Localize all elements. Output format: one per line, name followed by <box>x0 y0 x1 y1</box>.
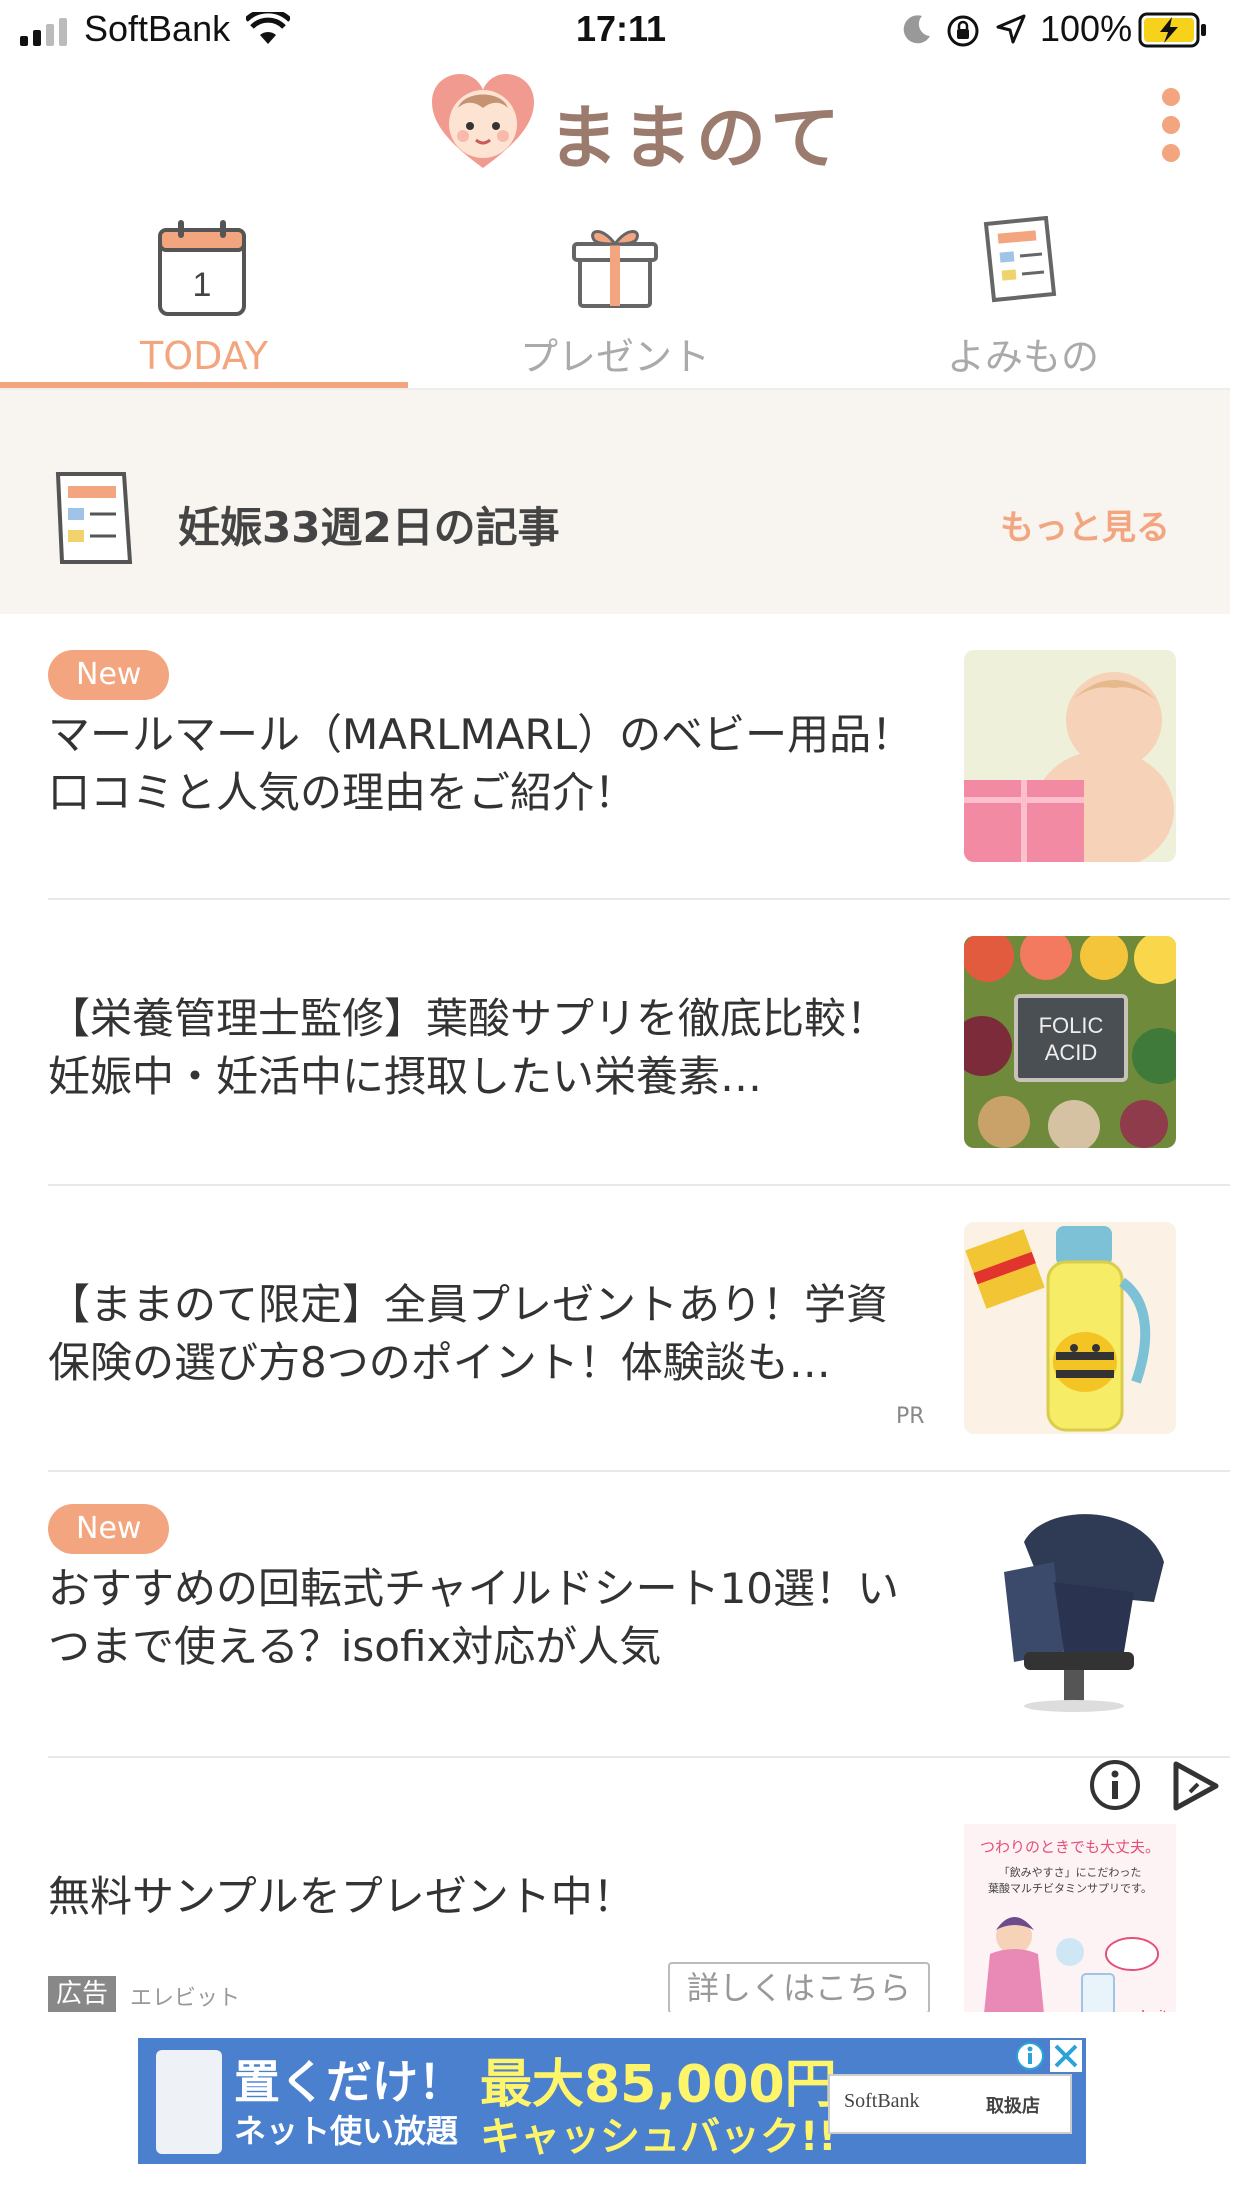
menu-button[interactable] <box>1140 80 1204 170</box>
banner-subline: ネット使い放題 <box>234 2112 459 2150</box>
banner-cashback-text: キャッシュバック!! <box>480 2114 837 2160</box>
ad-choices-icon[interactable] <box>1168 1758 1222 1812</box>
article-list-icon <box>55 472 133 564</box>
banner-ad[interactable]: 置くだけ！ ネット使い放題 最大85,000円 キャッシュバック!! SoftB… <box>138 2038 1086 2164</box>
article-thumbnail <box>964 650 1176 862</box>
gift-icon <box>572 230 658 308</box>
svg-text:ACID: ACID <box>1045 1040 1098 1065</box>
ad-image: つわりのときでも大丈夫。 「飲みやすさ」にこだわった 葉酸マルチビタミンサプリで… <box>964 1824 1176 2036</box>
tab-today[interactable]: 1 TODAY <box>0 210 408 382</box>
new-badge: New <box>48 1504 170 1554</box>
see-more-link[interactable]: もっと見る <box>1000 500 1170 549</box>
ad-label-badge: 広告 <box>48 1976 117 2012</box>
section-title: 妊娠33週2日の記事 <box>178 503 560 552</box>
new-badge: New <box>48 650 170 700</box>
article-thumbnail <box>964 1222 1176 1434</box>
tab-label: よみもの <box>946 335 1099 379</box>
ad-advertiser-name: エレビット <box>130 1986 241 2011</box>
battery-icon <box>1138 12 1206 48</box>
battery-percent: 100% <box>1040 8 1133 49</box>
article-item[interactable]: 【ままのて限定】全員プレゼントあり！学資保険の選び方8つのポイント！体験談も… … <box>0 1186 1230 1472</box>
moon-icon <box>903 15 930 44</box>
location-icon <box>996 14 1026 44</box>
article-item[interactable]: New おすすめの回転式チャイルドシート10選！いつまで使える？isofix対応… <box>0 1472 1230 1758</box>
banner-brand: SoftBank <box>844 2090 920 2112</box>
tab-label: TODAY <box>140 334 268 378</box>
tab-label: プレゼント <box>519 335 710 379</box>
router-image <box>156 2050 222 2154</box>
svg-text:1: 1 <box>193 266 212 304</box>
banner-close-icon[interactable] <box>1050 2040 1082 2072</box>
banner-store-label: 取扱店 <box>986 2096 1040 2117</box>
menu-dot <box>1162 116 1180 134</box>
menu-dot <box>1162 144 1180 162</box>
svg-text:つわりのときでも大丈夫。: つわりのときでも大丈夫。 <box>980 1838 1160 1856</box>
menu-dot <box>1162 88 1180 106</box>
svg-text:FOLIC: FOLIC <box>1039 1013 1104 1038</box>
document-icon <box>983 216 1057 303</box>
tab-reading[interactable]: よみもの <box>816 210 1230 382</box>
article-thumbnail: FOLIC ACID <box>964 936 1176 1148</box>
article-item[interactable]: 【栄養管理士監修】葉酸サプリを徹底比較！妊娠中・妊活中に摂取したい栄養素… FO… <box>0 900 1230 1186</box>
article-title: 【栄養管理士監修】葉酸サプリを徹底比較！妊娠中・妊活中に摂取したい栄養素… <box>48 994 889 1101</box>
ad-info-icon[interactable] <box>1088 1758 1142 1812</box>
calendar-icon: 1 <box>158 220 246 316</box>
logo-heart-icon <box>432 74 534 168</box>
banner-headline: 置くだけ！ <box>234 2055 464 2109</box>
article-thumbnail <box>964 1502 1176 1714</box>
status-bar: SoftBank 17:11 100% <box>0 0 1242 64</box>
ad-title: 無料サンプルをプレゼント中！ <box>48 1872 635 1921</box>
banner-info-icon[interactable] <box>1014 2040 1046 2072</box>
pr-label: PR <box>896 1404 925 1429</box>
tab-present[interactable]: プレゼント <box>408 210 822 382</box>
rotation-lock-icon <box>947 15 979 47</box>
article-title: 【ままのて限定】全員プレゼントあり！学資保険の選び方8つのポイント！体験談も… <box>48 1280 889 1387</box>
ad-details-button[interactable]: 詳しくはこちら <box>668 1962 930 2014</box>
ad-card-bottom <box>0 2012 1230 2036</box>
svg-text:葉酸マルチビタミンサプリです。: 葉酸マルチビタミンサプリです。 <box>988 1881 1152 1895</box>
banner-store-box: SoftBank 取扱店 <box>828 2074 1072 2134</box>
svg-text:「飲みやすさ」にこだわった: 「飲みやすさ」にこだわった <box>999 1865 1142 1879</box>
article-title: マールマール（MARLMARL）のベビー用品！口コミと人気の理由をご紹介！ <box>48 710 914 817</box>
article-title: おすすめの回転式チャイルドシート10選！いつまで使える？isofix対応が人気 <box>48 1564 900 1671</box>
app-logo-text: ままのて <box>548 97 844 179</box>
article-item[interactable]: New マールマール（MARLMARL）のベビー用品！口コミと人気の理由をご紹介… <box>0 614 1230 900</box>
